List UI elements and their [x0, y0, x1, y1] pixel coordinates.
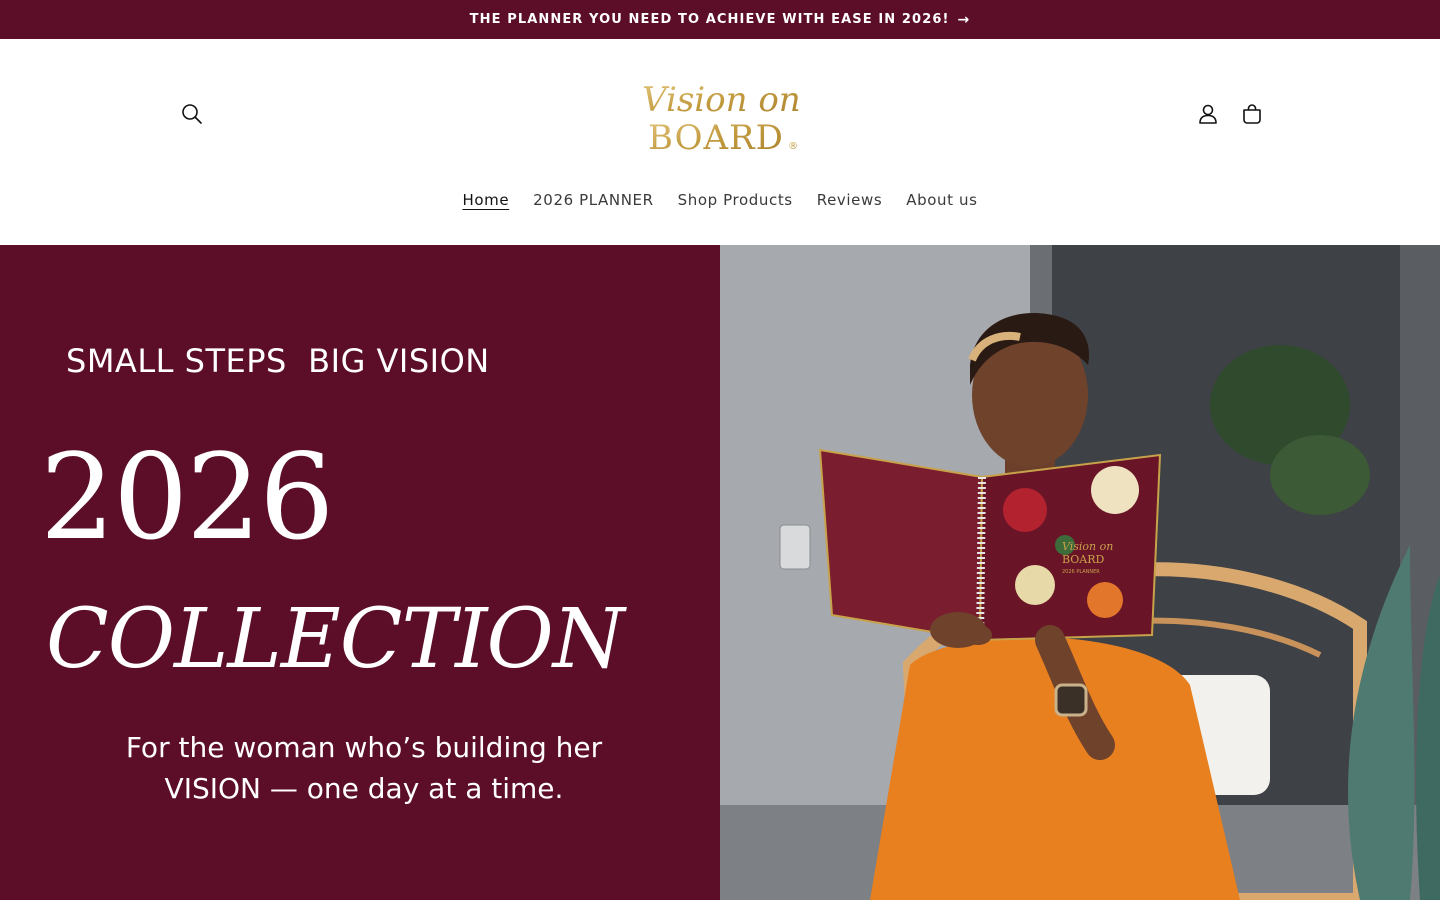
logo-main-text: BOARD	[648, 118, 784, 158]
search-button[interactable]	[170, 92, 214, 136]
planner-cover-script: Vision on	[1062, 540, 1113, 553]
photo-watch	[1054, 683, 1088, 717]
site-header: Vision on BOARD ® Home 2026 PLANNER Shop…	[0, 39, 1440, 245]
photo-hand-right	[964, 625, 992, 645]
hero-subcopy-line-1: For the woman who’s building her	[125, 731, 603, 764]
account-icon	[1199, 104, 1217, 124]
hero-subcopy-line-2: VISION — one day at a time.	[164, 772, 564, 805]
photo-wall-outlet	[779, 524, 811, 570]
logo-graphic: Vision on BOARD ®	[642, 80, 801, 158]
photo-background-plant-2	[1270, 435, 1370, 515]
photo-planner-back-cover	[818, 448, 984, 642]
hero-photo: Vision on BOARD 2026 PLANNER	[720, 245, 1440, 900]
logo-registered-mark: ®	[788, 141, 798, 152]
hero-photo-illustration: Vision on BOARD 2026 PLANNER	[720, 245, 1440, 900]
planner-cover-title: BOARD	[1062, 553, 1105, 566]
nav-item-reviews[interactable]: Reviews	[805, 187, 895, 213]
hero-text-panel: SMALL STEPS BIG VISION 2026 COLLECTION F…	[0, 245, 720, 900]
main-navigation: Home 2026 PLANNER Shop Products Reviews …	[0, 187, 1440, 213]
account-button[interactable]	[1186, 92, 1230, 136]
nav-item-2026-planner[interactable]: 2026 PLANNER	[521, 187, 666, 213]
planner-cover-subtitle: 2026 PLANNER	[1062, 569, 1100, 575]
nav-item-home[interactable]: Home	[450, 187, 521, 213]
search-icon	[182, 104, 202, 124]
announcement-bar[interactable]: THE PLANNER YOU NEED TO ACHIEVE WITH EAS…	[0, 0, 1440, 39]
cart-icon	[1243, 104, 1261, 124]
announcement-text[interactable]: THE PLANNER YOU NEED TO ACHIEVE WITH EAS…	[470, 12, 950, 27]
nav-item-about-us[interactable]: About us	[894, 187, 989, 213]
hero-year: 2026	[40, 428, 334, 566]
hero-tagline: SMALL STEPS BIG VISION	[66, 342, 490, 380]
photo-flower-cream	[1091, 466, 1139, 514]
hero-banner[interactable]: SMALL STEPS BIG VISION 2026 COLLECTION F…	[0, 245, 1440, 900]
hero-subcopy: For the woman who’s building her VISION …	[0, 727, 728, 809]
photo-flower-cream-2	[1015, 565, 1055, 605]
photo-flower-red	[1003, 488, 1047, 532]
site-logo[interactable]: Vision on BOARD ®	[630, 69, 810, 161]
hero-collection-title: COLLECTION	[46, 592, 625, 687]
logo-script-text: Vision on	[642, 80, 801, 120]
arrow-right-icon: →	[957, 11, 971, 28]
cart-button[interactable]	[1230, 92, 1274, 136]
nav-item-shop-products[interactable]: Shop Products	[666, 187, 805, 213]
photo-flower-orange	[1087, 582, 1123, 618]
